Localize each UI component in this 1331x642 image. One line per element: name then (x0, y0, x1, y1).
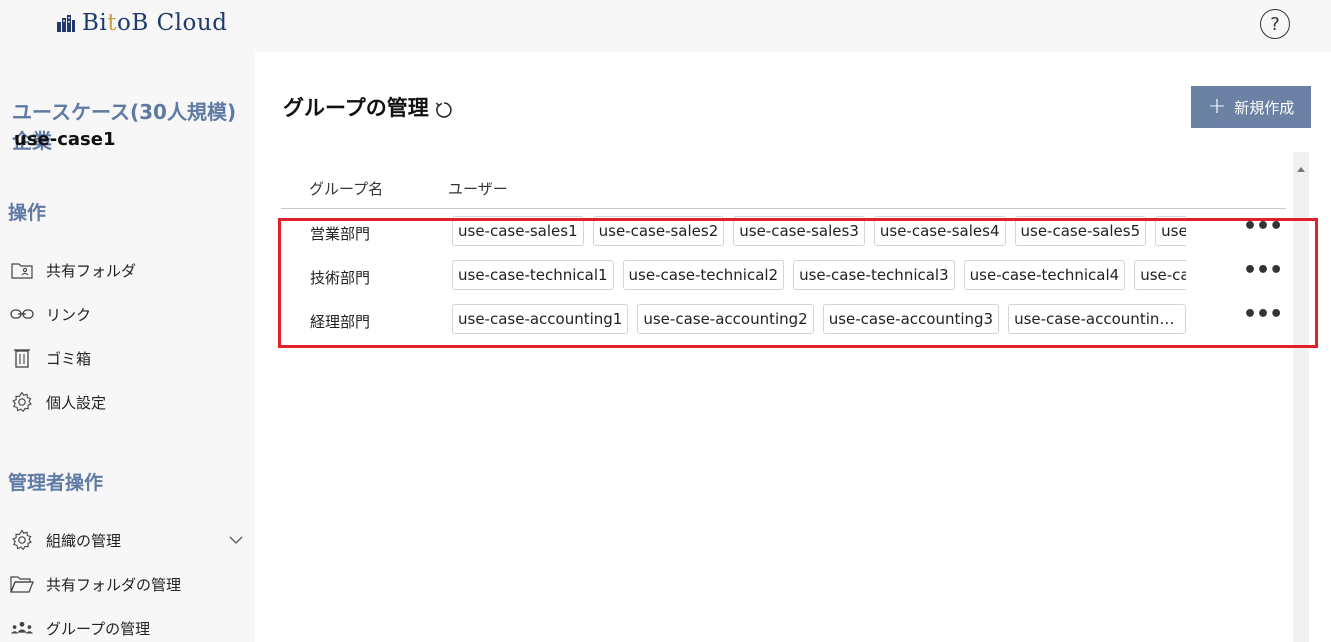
section-title-admin: 管理者操作 (8, 472, 104, 494)
user-chip[interactable]: use-case-accounting2 (637, 304, 814, 334)
user-chip[interactable]: use-case-accounting4... (1008, 304, 1186, 334)
gear-icon (10, 528, 34, 552)
sidebar-item-shared-folder-management[interactable]: 共有フォルダの管理 (10, 570, 250, 598)
vertical-scrollbar[interactable] (1293, 152, 1309, 642)
sidebar-item-trash[interactable]: ゴミ箱 (10, 344, 250, 372)
user-chip[interactable]: use-case-sales2 (592, 216, 725, 246)
org-id: use-case1 (14, 129, 116, 150)
user-chip[interactable]: use-case-sales4 (873, 216, 1006, 246)
main-content: グループの管理 + 新規作成 グループ名 ユーザー 営業部門 use-case-… (255, 52, 1331, 642)
user-chip[interactable]: use-case-sales5 (1014, 216, 1147, 246)
sidebar-item-label: 共有フォルダの管理 (46, 575, 182, 594)
sidebar-item-link[interactable]: リンク (10, 300, 250, 328)
user-chip-list: use-case-accounting1 use-case-accounting2… (452, 304, 1186, 338)
page-title: グループの管理 (283, 92, 455, 122)
user-chip[interactable]: use-case-accounting1 (452, 304, 629, 334)
more-options-icon[interactable]: ••• (1243, 216, 1283, 244)
help-icon[interactable]: ? (1260, 9, 1290, 39)
column-header-group-name[interactable]: グループ名 (309, 178, 383, 199)
logo-text: BitoB Cloud (82, 10, 228, 36)
sidebar-item-org-management[interactable]: 組織の管理 (10, 526, 250, 554)
user-chip[interactable]: use-case-technical4 (963, 260, 1126, 290)
table-row[interactable]: 営業部門 use-case-sales1 use-case-sales2 use-c… (281, 214, 1286, 254)
top-bar: BitoB Cloud ? (0, 0, 1331, 52)
chevron-down-icon[interactable] (226, 530, 246, 550)
sidebar-item-label: 組織の管理 (46, 531, 122, 550)
plus-icon: + (1207, 94, 1227, 119)
table-row[interactable]: 経理部門 use-case-accounting1 use-case-accoun… (281, 302, 1286, 342)
sidebar-item-shared-folder[interactable]: 共有フォルダ (10, 256, 250, 284)
group-name[interactable]: 技術部門 (310, 267, 370, 288)
header-divider (281, 208, 1286, 209)
trash-icon (10, 346, 34, 370)
folder-icon (10, 572, 34, 596)
page-title-text: グループの管理 (283, 96, 429, 120)
app-logo[interactable]: BitoB Cloud (56, 10, 227, 36)
user-chip[interactable]: use-case-sales3 (733, 216, 865, 246)
group-name[interactable]: 営業部門 (310, 223, 370, 244)
user-chip[interactable]: use-case-technical2 (622, 260, 785, 290)
more-options-icon[interactable]: ••• (1243, 260, 1283, 288)
table-row[interactable]: 技術部門 use-case-technical1 use-case-technic… (281, 258, 1286, 298)
group-table: グループ名 ユーザー 営業部門 use-case-sales1 use-case-… (255, 152, 1309, 642)
user-chip[interactable]: use-case-technical3 (793, 260, 955, 290)
user-chip[interactable]: use-ca... (1134, 260, 1186, 290)
more-options-icon[interactable]: ••• (1243, 304, 1283, 332)
sidebar-item-label: グループの管理 (46, 619, 151, 638)
user-chip[interactable]: use-case-technical1 (452, 260, 614, 290)
sidebar-item-label: 個人設定 (46, 393, 107, 412)
new-group-button[interactable]: + 新規作成 (1191, 86, 1311, 128)
sidebar-item-label: ゴミ箱 (46, 349, 92, 368)
user-chip[interactable]: use-case-sales1 (452, 216, 584, 246)
link-icon (10, 302, 34, 326)
group-name[interactable]: 経理部門 (310, 311, 370, 332)
sidebar-item-personal-settings[interactable]: 個人設定 (10, 388, 250, 416)
shared-folder-icon (10, 258, 34, 282)
group-icon (10, 616, 34, 640)
sidebar: ユースケース(30人規模)企業 use-case1 操作 共有フォルダ リンク … (0, 52, 255, 642)
user-chip[interactable]: use-case-accounting3 (822, 304, 1000, 334)
refresh-icon[interactable] (433, 99, 455, 121)
column-header-users[interactable]: ユーザー (448, 178, 508, 199)
section-title-operations: 操作 (8, 202, 47, 224)
logo-building-icon (56, 13, 76, 33)
scroll-up-arrow-icon[interactable] (1297, 167, 1305, 172)
new-group-button-label: 新規作成 (1234, 98, 1295, 117)
sidebar-item-label: 共有フォルダ (46, 261, 137, 280)
gear-icon (10, 390, 34, 414)
user-chip-list: use-case-technical1 use-case-technical2 us… (452, 260, 1186, 294)
user-chip-list: use-case-sales1 use-case-sales2 use-case-s… (452, 216, 1186, 250)
user-chip[interactable]: use-... (1155, 216, 1186, 246)
sidebar-item-group-management[interactable]: グループの管理 (10, 614, 250, 642)
sidebar-item-label: リンク (46, 305, 92, 324)
